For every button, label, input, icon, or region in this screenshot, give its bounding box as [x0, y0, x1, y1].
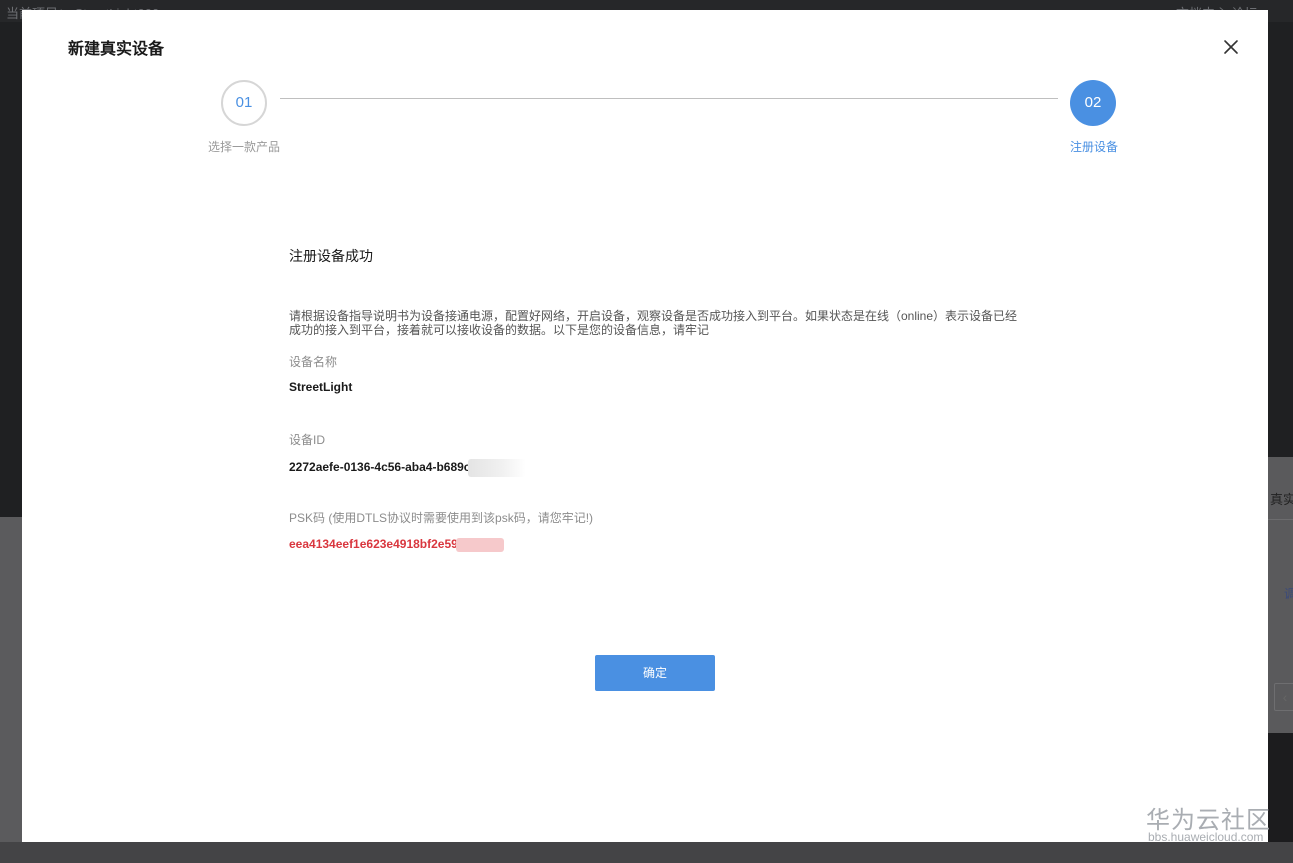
- side-panel-divider: [1268, 519, 1293, 520]
- step-connector: [280, 98, 1058, 99]
- step-2-circle: 02: [1070, 80, 1116, 126]
- device-id-value: 2272aefe-0136-4c56-aba4-b689c: [289, 460, 471, 475]
- device-name-value: StreetLight: [289, 380, 353, 394]
- device-id-row: 2272aefe-0136-4c56-aba4-b689c: [289, 459, 527, 477]
- device-name-label: 设备名称: [289, 355, 338, 369]
- confirm-button[interactable]: 确定: [595, 655, 715, 691]
- redacted-blur: [468, 459, 527, 477]
- watermark: 华为云社区 bbs.huaweicloud.com: [1146, 800, 1293, 850]
- redacted-blur: [455, 537, 504, 552]
- dialog-title: 新建真实设备: [68, 41, 165, 58]
- psk-label: PSK码 (使用DTLS协议时需要使用到该psk码，请您牢记!): [289, 511, 594, 525]
- success-description: 请根据设备指导说明书为设备接通电源，配置好网络，开启设备，观察设备是否成功接入到…: [289, 309, 1018, 337]
- side-panel-title: 真实设: [1270, 492, 1293, 507]
- step-1-label: 选择一款产品: [208, 140, 281, 154]
- psk-value: eea4134eef1e623e4918bf2e59: [289, 537, 458, 551]
- step-2-label: 注册设备: [1070, 140, 1119, 154]
- device-id-label: 设备ID: [289, 433, 326, 447]
- new-device-dialog: 新建真实设备 01 选择一款产品 02 注册设备 注册设备成功 请根据设备指导说…: [22, 10, 1268, 842]
- background-right-area: [1268, 22, 1293, 457]
- psk-row: eea4134eef1e623e4918bf2e59: [289, 537, 504, 552]
- close-icon[interactable]: [1222, 38, 1240, 56]
- step-1-circle: 01: [221, 80, 267, 126]
- chevron-left-icon: ‹: [1274, 683, 1293, 711]
- background-left-area: [0, 22, 22, 517]
- background-bottom-bar: [0, 842, 1293, 863]
- background-bottom-left: [0, 517, 22, 863]
- watermark-url: bbs.huaweicloud.com: [1148, 830, 1264, 844]
- success-title: 注册设备成功: [289, 248, 373, 264]
- side-panel-link: 调: [1284, 587, 1293, 601]
- background-side-panel: 真实设 调 ‹: [1268, 457, 1293, 733]
